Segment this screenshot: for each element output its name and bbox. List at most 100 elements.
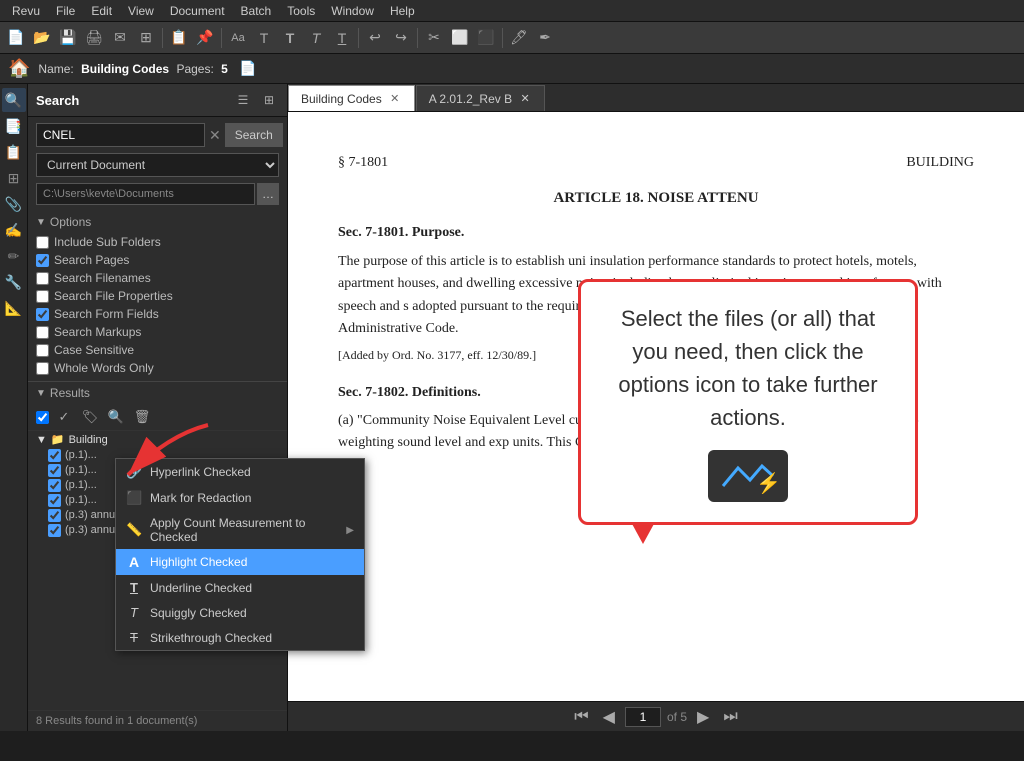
clear-search-btn[interactable]: ✕: [209, 126, 221, 144]
text-btn[interactable]: T: [252, 26, 276, 50]
last-page-btn[interactable]: ⏭: [719, 708, 741, 726]
find-btn[interactable]: 🔍: [105, 406, 127, 428]
menu-revu[interactable]: Revu: [4, 0, 48, 21]
tab-close-rev[interactable]: ✕: [518, 92, 532, 106]
context-strikethrough[interactable]: T Strikethrough Checked: [116, 625, 364, 650]
menu-tools[interactable]: Tools: [279, 0, 323, 21]
sidebar-icon-properties[interactable]: 🔧: [2, 270, 26, 294]
paste-btn[interactable]: 📌: [193, 26, 217, 50]
path-input[interactable]: [36, 183, 255, 205]
email-btn[interactable]: ✉: [108, 26, 132, 50]
include-subfolders-checkbox[interactable]: [36, 236, 49, 249]
search-form-fields-row: Search Form Fields: [36, 305, 279, 323]
menu-help[interactable]: Help: [382, 0, 423, 21]
results-label: Results: [50, 386, 90, 400]
page-input[interactable]: [625, 707, 661, 727]
panel-grid-btn[interactable]: ⊞: [259, 90, 279, 110]
tab-close-building[interactable]: ✕: [388, 92, 402, 106]
search-form-fields-label: Search Form Fields: [54, 307, 159, 321]
search-filenames-checkbox[interactable]: [36, 272, 49, 285]
expand-icon[interactable]: ▼: [36, 434, 47, 446]
search-button[interactable]: Search: [225, 123, 283, 147]
tab-building-codes[interactable]: Building Codes ✕: [288, 85, 415, 111]
select-all-checkbox[interactable]: [36, 411, 49, 424]
scope-select[interactable]: Current Document All Open Documents Fold…: [36, 153, 279, 177]
redo-btn[interactable]: ↪: [389, 26, 413, 50]
options-header[interactable]: ▼ Options: [36, 215, 279, 229]
context-count[interactable]: 📏 Apply Count Measurement to Checked ▶: [116, 511, 364, 549]
sidebar-icon-attachments[interactable]: 📎: [2, 192, 26, 216]
sidebar-icon-signatures[interactable]: ✍: [2, 218, 26, 242]
save-btn[interactable]: 💾: [56, 26, 80, 50]
result-checkbox[interactable]: [48, 524, 61, 537]
results-header[interactable]: ▼ Results: [28, 381, 287, 404]
bold-btn[interactable]: T: [278, 26, 302, 50]
next-page-btn[interactable]: ▶: [693, 707, 713, 727]
search-pages-checkbox[interactable]: [36, 254, 49, 267]
delete-results-btn[interactable]: 🗑: [131, 406, 153, 428]
search-file-properties-label: Search File Properties: [54, 289, 173, 303]
result-checkbox[interactable]: [48, 494, 61, 507]
menu-batch[interactable]: Batch: [233, 0, 280, 21]
menu-edit[interactable]: Edit: [83, 0, 120, 21]
case-sensitive-checkbox[interactable]: [36, 344, 49, 357]
browse-btn[interactable]: …: [257, 183, 279, 205]
highlight-btn[interactable]: 🖊: [507, 26, 531, 50]
tab-rev-b[interactable]: A 2.01.2_Rev B ✕: [416, 85, 545, 111]
search-panel-title: Search: [36, 93, 227, 108]
panel-list-btn[interactable]: ☰: [233, 90, 253, 110]
print-btn[interactable]: 🖨: [82, 26, 106, 50]
context-hyperlink-label: Hyperlink Checked: [150, 465, 354, 479]
sidebar-icon-bookmarks[interactable]: 📑: [2, 114, 26, 138]
search-form-fields-checkbox[interactable]: [36, 308, 49, 321]
filename-value: Building Codes: [81, 62, 169, 76]
context-strikethrough-label: Strikethrough Checked: [150, 631, 354, 645]
whole-words-label: Whole Words Only: [54, 361, 154, 375]
pen-btn[interactable]: ✒: [533, 26, 557, 50]
search-markups-checkbox[interactable]: [36, 326, 49, 339]
compare-btn[interactable]: ⊞: [134, 26, 158, 50]
search-markups-row: Search Markups: [36, 323, 279, 341]
context-squiggly[interactable]: T Squiggly Checked: [116, 600, 364, 625]
open-btn[interactable]: 📂: [30, 26, 54, 50]
page-nav-bar: ⏮ ◀ of 5 ▶ ⏭: [288, 701, 1024, 731]
context-redact[interactable]: ⬛ Mark for Redaction: [116, 485, 364, 511]
first-page-btn[interactable]: ⏮: [570, 708, 592, 726]
tooltip-arrow-icon: [631, 522, 655, 544]
sidebar-icon-pages[interactable]: 📋: [2, 140, 26, 164]
result-checkbox[interactable]: [48, 479, 61, 492]
file-options-btn[interactable]: 📄: [236, 57, 260, 81]
context-underline[interactable]: T Underline Checked: [116, 575, 364, 600]
cut-btn[interactable]: ✂: [422, 26, 446, 50]
search-input[interactable]: [36, 123, 205, 147]
menu-document[interactable]: Document: [162, 0, 233, 21]
italic-btn[interactable]: T: [304, 26, 328, 50]
new-btn[interactable]: 📄: [4, 26, 28, 50]
undo-btn[interactable]: ↩: [363, 26, 387, 50]
rubber-btn[interactable]: ⬛: [474, 26, 498, 50]
sidebar-icon-markups[interactable]: ✏: [2, 244, 26, 268]
menu-view[interactable]: View: [120, 0, 162, 21]
case-sensitive-row: Case Sensitive: [36, 341, 279, 359]
result-checkbox[interactable]: [48, 464, 61, 477]
context-highlight[interactable]: A Highlight Checked: [116, 549, 364, 575]
tag-btn[interactable]: 🏷: [79, 406, 101, 428]
check-all-btn[interactable]: ✓: [53, 406, 75, 428]
underline-btn[interactable]: T: [330, 26, 354, 50]
sidebar-icon-measurements[interactable]: 📐: [2, 296, 26, 320]
prev-page-btn[interactable]: ◀: [599, 707, 619, 727]
copy-btn[interactable]: 📋: [167, 26, 191, 50]
sidebar-icon-layers[interactable]: ⊞: [2, 166, 26, 190]
context-hyperlink[interactable]: 🔗 Hyperlink Checked: [116, 459, 364, 485]
menu-file[interactable]: File: [48, 0, 83, 21]
font-btn[interactable]: Aa: [226, 26, 250, 50]
whole-words-checkbox[interactable]: [36, 362, 49, 375]
search-file-properties-checkbox[interactable]: [36, 290, 49, 303]
result-file-item: ▼ 📁 Building: [28, 431, 287, 448]
stamp-btn[interactable]: ⬜: [448, 26, 472, 50]
context-underline-label: Underline Checked: [150, 581, 354, 595]
result-checkbox[interactable]: [48, 509, 61, 522]
menu-window[interactable]: Window: [323, 0, 382, 21]
result-checkbox[interactable]: [48, 449, 61, 462]
sidebar-icon-search[interactable]: 🔍: [2, 88, 26, 112]
